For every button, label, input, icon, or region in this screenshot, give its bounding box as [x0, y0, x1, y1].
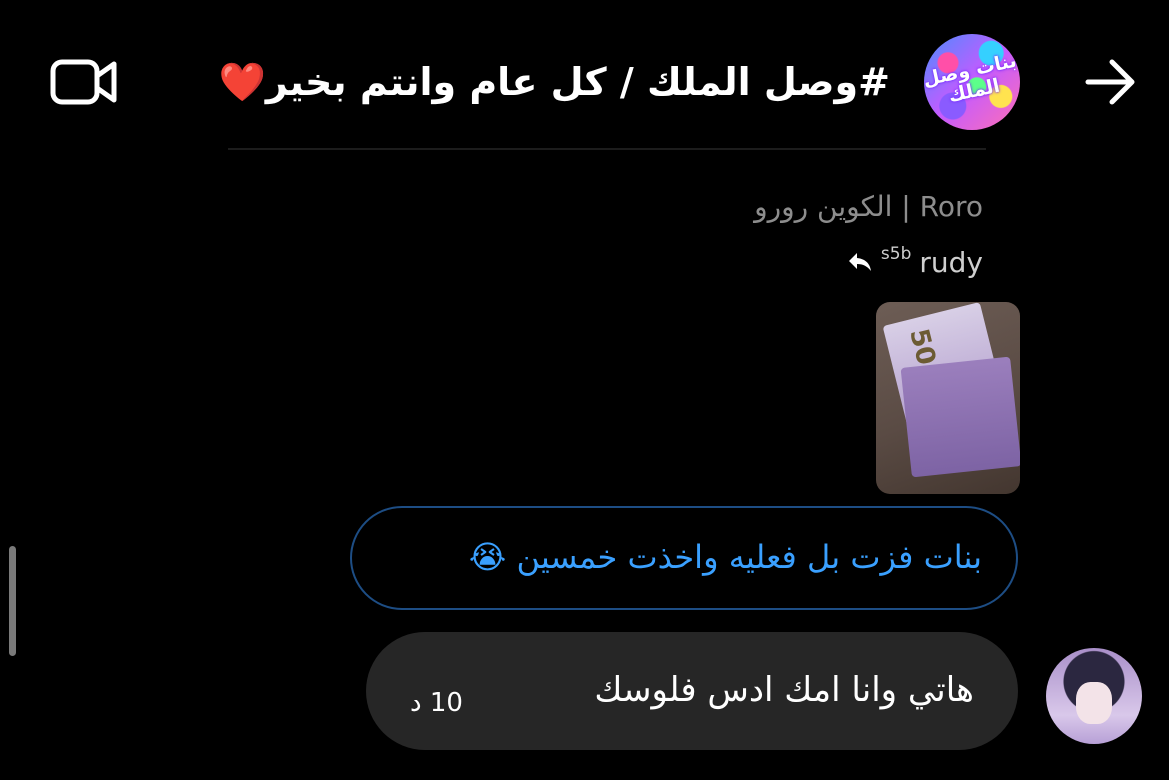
reply-arrow-icon: [848, 253, 871, 271]
message-text: بنات فزت بل فعليه واخذت خمسين 😭: [468, 538, 982, 576]
header-divider: [228, 148, 986, 150]
chat-title-text: #وصل الملك / كل عام وانتم بخير: [265, 60, 890, 104]
reply-to-name: rudy: [919, 245, 983, 279]
avatar[interactable]: [1046, 648, 1142, 744]
chat-title[interactable]: #وصل الملك / كل عام وانتم بخير❤️: [200, 52, 890, 112]
chat-screen: #وصل الملك / كل عام وانتم بخير❤️ بنات وص…: [0, 0, 1169, 780]
scrollbar[interactable]: [9, 546, 16, 656]
group-avatar[interactable]: بنات وصل الملك: [924, 34, 1020, 130]
video-camera-icon[interactable]: [50, 56, 118, 108]
avatar-face: [1076, 682, 1112, 724]
message-bubble[interactable]: هاتي وانا امك ادس فلوسك 10 د: [366, 632, 1018, 750]
reply-indicator[interactable]: s5b rudy: [847, 244, 983, 280]
message-text: هاتي وانا امك ادس فلوسك: [594, 670, 974, 710]
banknote-shape-back: [900, 356, 1020, 478]
image-message[interactable]: 50: [876, 302, 1020, 494]
message-time: 10 د: [410, 688, 463, 718]
group-avatar-logo-text: بنات وصل الملك: [924, 49, 1019, 107]
sender-name: الكوين رورو | Roro: [754, 190, 983, 223]
reply-suffix: s5b: [880, 244, 912, 264]
heart-emoji: ❤️: [218, 60, 266, 104]
arrow-right-icon[interactable]: [1082, 56, 1138, 108]
message-bubble-outlined[interactable]: بنات فزت بل فعليه واخذت خمسين 😭: [350, 506, 1018, 610]
